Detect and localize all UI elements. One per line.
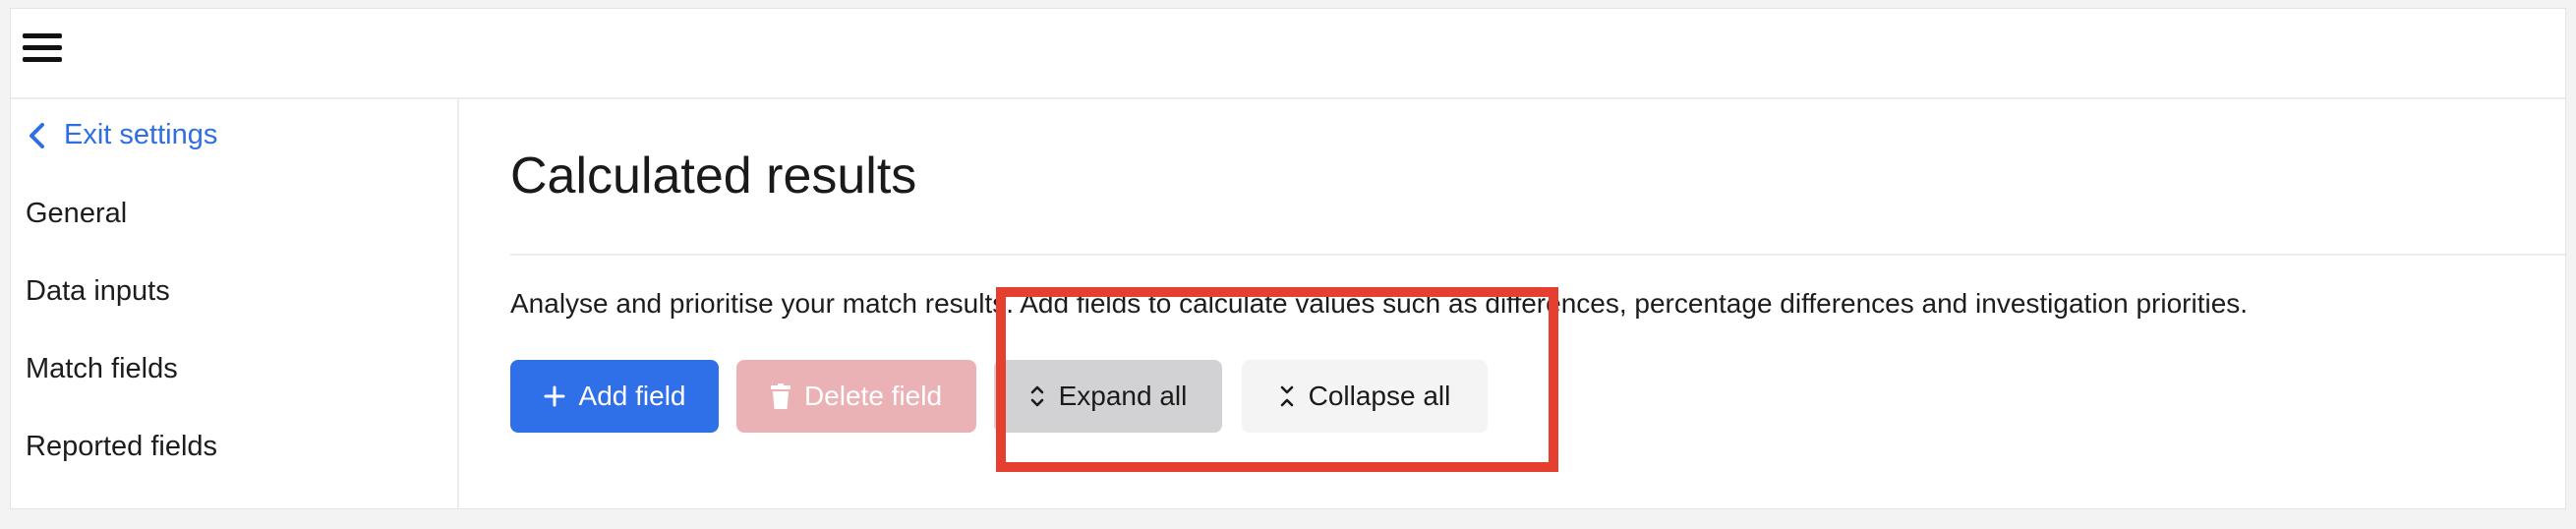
- app-window: Exit settings General Data inputs Match …: [10, 8, 2566, 510]
- title-divider: [510, 254, 2565, 256]
- collapse-chevrons-icon: [1279, 383, 1295, 409]
- expand-chevrons-icon: [1029, 383, 1045, 409]
- sidebar-item-reported-fields[interactable]: Reported fields: [26, 431, 217, 463]
- chevron-left-icon: [29, 122, 44, 148]
- top-bar: [11, 9, 2565, 99]
- delete-field-button[interactable]: Delete field: [736, 360, 976, 433]
- exit-settings-label: Exit settings: [64, 119, 218, 150]
- hamburger-menu-icon[interactable]: [23, 33, 66, 67]
- expand-all-label: Expand all: [1058, 381, 1188, 411]
- sidebar-item-data-inputs[interactable]: Data inputs: [26, 275, 170, 308]
- add-field-button[interactable]: Add field: [510, 360, 719, 433]
- settings-sidebar: Exit settings General Data inputs Match …: [11, 99, 459, 510]
- expand-all-button[interactable]: Expand all: [994, 360, 1222, 433]
- main-content: Calculated results Analyse and prioritis…: [459, 99, 2565, 508]
- delete-field-label: Delete field: [803, 381, 943, 411]
- add-field-label: Add field: [578, 381, 686, 411]
- plus-icon: [544, 385, 565, 407]
- exit-settings-link[interactable]: Exit settings: [25, 119, 217, 151]
- page-title: Calculated results: [510, 147, 917, 205]
- sidebar-item-general[interactable]: General: [26, 198, 127, 230]
- collapse-all-label: Collapse all: [1308, 381, 1451, 411]
- sidebar-item-match-fields[interactable]: Match fields: [26, 353, 178, 385]
- collapse-all-button[interactable]: Collapse all: [1242, 360, 1488, 433]
- page-description: Analyse and prioritise your match result…: [510, 288, 2249, 319]
- trash-icon: [770, 383, 790, 409]
